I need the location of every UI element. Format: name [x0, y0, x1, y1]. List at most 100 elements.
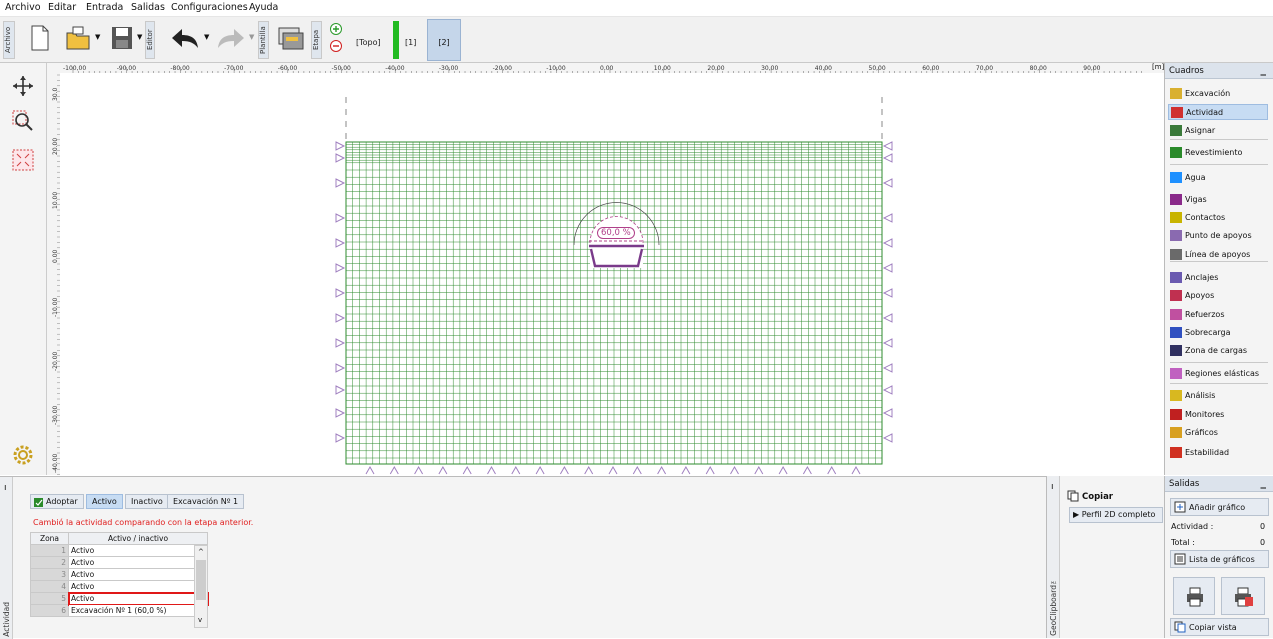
cuadros-item-stability[interactable]: Estabilidad	[1170, 444, 1229, 460]
cuadros-item-surcharge[interactable]: Sobrecarga	[1170, 324, 1231, 340]
perfil-2d-button[interactable]: ▶ Perfil 2D completo	[1069, 507, 1163, 523]
new-file-icon[interactable]	[30, 25, 50, 51]
add-graph-button[interactable]: Añadir gráfico	[1170, 498, 1269, 516]
copy-view-button[interactable]: Copiar vista	[1170, 618, 1269, 636]
stability-icon	[1170, 446, 1182, 458]
clipboard-side-tab[interactable]: GeoClipboard™ ı	[1047, 476, 1060, 638]
cuadros-item-elastic-regions[interactable]: Regiones elásticas	[1170, 365, 1259, 381]
cuadros-item-activity[interactable]: Actividad	[1168, 104, 1268, 120]
active-button[interactable]: Activo	[86, 494, 123, 509]
cuadros-item-reinforcement[interactable]: Refuerzos	[1170, 306, 1224, 322]
activity-select[interactable]: Activo▼	[68, 556, 208, 569]
stage-1[interactable]: [1]	[405, 38, 416, 47]
print-button[interactable]	[1173, 577, 1215, 615]
settings-gear-icon[interactable]	[11, 443, 35, 467]
cuadros-panel: Cuadros _ Excavación Actividad Asignar Reves…	[1164, 63, 1273, 475]
activity-change-message: Cambió la actividad comparando con la et…	[33, 518, 254, 527]
pan-icon[interactable]	[12, 75, 34, 97]
activity-value: Activo	[71, 582, 95, 591]
salidas-minimize-button[interactable]: _	[1261, 476, 1267, 489]
undo-dropdown-icon[interactable]: ▼	[204, 33, 209, 41]
zoom-extents-icon[interactable]	[12, 149, 34, 171]
scroll-down-icon[interactable]: v	[198, 616, 202, 624]
undo-icon[interactable]	[170, 27, 200, 49]
excavation-button[interactable]: Excavación Nº 1	[167, 494, 245, 509]
print-export-button[interactable]	[1221, 577, 1265, 615]
cuadros-item-point-support[interactable]: Punto de apoyos	[1170, 227, 1252, 243]
activity-select[interactable]: Activo▼	[68, 580, 208, 593]
open-dropdown-icon[interactable]: ▼	[95, 33, 100, 41]
menu-editar[interactable]: Editar	[48, 2, 76, 13]
remove-stage-icon[interactable]	[329, 39, 343, 53]
left-support-icon	[335, 153, 346, 163]
adopt-button[interactable]: Adoptar	[30, 494, 84, 509]
menu-archivo[interactable]: Archivo	[5, 2, 41, 13]
template-icon[interactable]	[276, 25, 304, 51]
cuadros-item-beams[interactable]: Vigas	[1170, 191, 1207, 207]
cuadros-item-analysis[interactable]: Análisis	[1170, 387, 1215, 403]
cuadros-item-supports[interactable]: Apoyos	[1170, 287, 1214, 303]
stage-topo[interactable]: [Topo]	[356, 38, 381, 47]
perfil-2d-label: Perfil 2D completo	[1081, 510, 1156, 519]
cuadros-item-water[interactable]: Agua	[1170, 169, 1206, 185]
redo-icon[interactable]	[216, 27, 246, 49]
cuadros-item-contacts[interactable]: Contactos	[1170, 209, 1225, 225]
supports-icon	[1170, 289, 1182, 301]
scroll-thumb[interactable]	[196, 560, 206, 600]
geoclipboard-label: GeoClipboard™	[1049, 576, 1058, 636]
cuadros-item-load-zone[interactable]: Zona de cargas	[1170, 342, 1247, 358]
copy-label[interactable]: Copiar	[1082, 492, 1113, 502]
zone-number: 3	[30, 568, 69, 581]
salidas-title: Salidas	[1169, 479, 1200, 489]
ruler-y-tick-label: 30.0	[52, 87, 59, 101]
water-icon	[1170, 171, 1182, 183]
menu-salidas[interactable]: Salidas	[131, 2, 165, 13]
ruler-x-tick-label: 50,00	[869, 65, 886, 72]
cuadros-item-label: Zona de cargas	[1185, 345, 1248, 355]
menu-configuraciones[interactable]: Configuraciones	[171, 2, 248, 13]
point-support-icon	[1170, 229, 1182, 241]
ruler-x-tick-label: 90,00	[1083, 65, 1100, 72]
printer-icon	[1187, 587, 1203, 607]
stage-2-tab[interactable]: [2]	[427, 19, 461, 61]
open-folder-icon[interactable]	[65, 25, 91, 51]
activity-select[interactable]: Activo▼	[68, 568, 208, 581]
save-icon[interactable]	[110, 25, 134, 51]
activity-select[interactable]: Activo▼	[68, 544, 208, 557]
cuadros-item-assign[interactable]: Asignar	[1170, 122, 1215, 138]
bottom-support-icon	[778, 465, 788, 475]
scroll-up-icon[interactable]: ^	[198, 548, 204, 556]
cuadros-minimize-button[interactable]: _	[1261, 63, 1267, 76]
cuadros-item-lining[interactable]: Revestimiento	[1170, 144, 1242, 160]
activity-select[interactable]: Excavación Nº 1 (60,0 %)▼	[68, 604, 208, 617]
ruler-x-tick-label: 20,00	[707, 65, 724, 72]
save-dropdown-icon[interactable]: ▼	[137, 33, 142, 41]
cuadros-item-monitors[interactable]: Monitores	[1170, 406, 1224, 422]
panel-pin-icon[interactable]: ı	[4, 483, 7, 493]
bottom-support-icon	[511, 465, 521, 475]
zoom-icon[interactable]	[12, 110, 34, 132]
left-support-icon	[335, 238, 346, 248]
col-zone-header: Zona	[30, 532, 69, 545]
model-canvas[interactable]: -100,00 -90,00 -80,00 -70,00 -60,00 -50,00 -40…	[47, 63, 1164, 475]
inactive-button[interactable]: Inactivo	[125, 494, 169, 509]
activity-side-tab[interactable]: Actividad ı	[0, 477, 13, 639]
table-scrollbar[interactable]: ^ v	[194, 545, 208, 628]
clipboard-pin-icon[interactable]: ı	[1051, 482, 1054, 492]
add-stage-icon[interactable]	[329, 22, 343, 36]
menu-entrada[interactable]: Entrada	[86, 2, 123, 13]
bottom-support-icon	[851, 465, 861, 475]
cuadros-item-anchors[interactable]: Anclajes	[1170, 269, 1218, 285]
redo-dropdown-icon[interactable]: ▼	[249, 33, 254, 41]
cuadros-item-graphs[interactable]: Gráficos	[1170, 424, 1218, 440]
bottom-support-icon	[681, 465, 691, 475]
cuadros-item-excavation[interactable]: Excavación	[1170, 85, 1230, 101]
adopt-label: Adoptar	[46, 497, 78, 506]
list-graphs-button[interactable]: Lista de gráficos	[1170, 550, 1269, 568]
cuadros-item-label: Revestimiento	[1185, 147, 1243, 157]
menu-ayuda[interactable]: Ayuda	[249, 2, 278, 13]
cuadros-item-line-support[interactable]: Línea de apoyos	[1170, 246, 1250, 262]
activity-select[interactable]: Activo▼	[67, 591, 209, 606]
fem-mesh-view[interactable]: -100,00 -90,00 -80,00 -70,00 -60,00 -50,00 -40…	[47, 63, 1164, 475]
bottom-support-icon	[487, 465, 496, 475]
